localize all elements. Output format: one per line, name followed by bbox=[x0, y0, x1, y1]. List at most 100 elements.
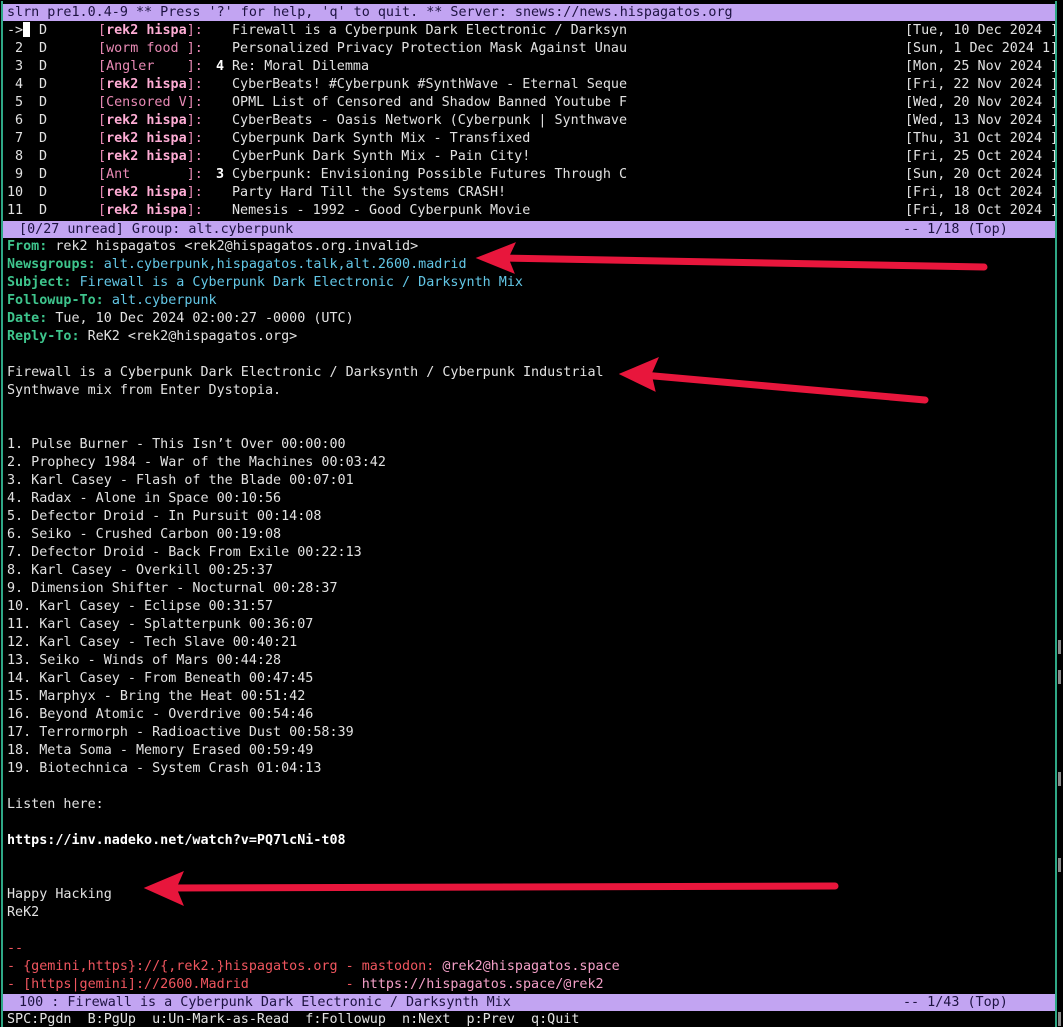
article-date: [Mon, 25 Nov 2024 ] bbox=[905, 59, 1055, 74]
article-author: [Ant ]: bbox=[98, 167, 203, 182]
listen-label: Listen here: bbox=[7, 797, 104, 812]
article-subject: CyberPunk Dark Synth Mix - Pain City! bbox=[232, 149, 531, 164]
track-item: 6. Seiko - Crushed Carbon 00:19:08 bbox=[7, 527, 282, 542]
article-author: [rek2 hispa]: bbox=[98, 131, 203, 146]
article-author: [Angler ]: bbox=[98, 59, 203, 74]
article-date: [Fri, 22 Nov 2024 ] bbox=[905, 77, 1055, 92]
article-author: [rek2 hispa]: bbox=[98, 185, 203, 200]
article-row[interactable]: 8 D [rek2 hispa]: CyberPunk Dark Synth Mix … bbox=[3, 148, 1055, 166]
body-text: Firewall is a Cyberpunk Dark Electronic … bbox=[7, 365, 604, 380]
header-name: Reply-To: bbox=[7, 329, 80, 344]
article-number: 11 bbox=[7, 203, 24, 218]
thread-count: 4 bbox=[216, 59, 225, 74]
article-subject: CyberBeats! #Cyberpunk #SynthWave - Eter… bbox=[232, 77, 628, 92]
closing-text: Happy Hacking bbox=[7, 887, 112, 902]
article-date: [Wed, 13 Nov 2024 ] bbox=[905, 113, 1055, 128]
header-value: ReK2 <rek2@hispagatos.org> bbox=[87, 329, 298, 344]
track-item: 12. Karl Casey - Tech Slave 00:40:21 bbox=[7, 635, 298, 650]
article-subject: Firewall is a Cyberpunk Dark Electronic … bbox=[232, 23, 628, 38]
group-status-right: -- 1/18 (Top) bbox=[903, 222, 1008, 237]
article-row[interactable]: 9 D [Ant ]: 3 Cyberpunk: Envisioning Possibl… bbox=[3, 166, 1055, 184]
article-row[interactable]: -> D [rek2 hispa]: Firewall is a Cyberpunk … bbox=[3, 22, 1055, 40]
header-value: alt.cyberpunk bbox=[111, 293, 217, 308]
article-row[interactable]: 4 D [rek2 hispa]: CyberBeats! #Cyberpunk #S… bbox=[3, 76, 1055, 94]
signature-link[interactable]: https://hispagatos.space/@rek2 bbox=[362, 977, 604, 992]
article-flag: D bbox=[39, 113, 48, 128]
article-number: 9 bbox=[15, 167, 24, 182]
article-subject: CyberBeats - Oasis Network (Cyberpunk | … bbox=[232, 113, 628, 128]
arrow-head-newsgroups bbox=[475, 242, 516, 274]
article-date: [Fri, 18 Oct 2024 ] bbox=[905, 203, 1055, 218]
article-row[interactable]: 3 D [Angler ]: 4 Re: Moral Dilemma [Mon, 25 N… bbox=[3, 58, 1055, 76]
article-row[interactable]: 2 D [worm food ]: Personalized Privacy Prot… bbox=[3, 40, 1055, 58]
header-value: Firewall is a Cyberpunk Dark Electronic … bbox=[79, 275, 523, 290]
article-subject: Nemesis - 1992 - Good Cyberpunk Movie bbox=[232, 203, 531, 218]
author-name-bold: rek2 hispa bbox=[106, 149, 187, 164]
scroll-mark bbox=[1058, 772, 1061, 786]
article-row[interactable]: 7 D [rek2 hispa]: Cyberpunk Dark Synth Mix … bbox=[3, 130, 1055, 148]
article-subject: Re: Moral Dilemma bbox=[232, 59, 370, 74]
article-subject: Personalized Privacy Protection Mask Aga… bbox=[232, 41, 628, 56]
article-flag: D bbox=[39, 41, 48, 56]
track-item: 15. Marphyx - Bring the Heat 00:51:42 bbox=[7, 689, 306, 704]
author-name-bold: rek2 hispa bbox=[106, 203, 187, 218]
arrow-closing bbox=[164, 882, 839, 892]
author-name: worm food bbox=[106, 41, 187, 56]
scroll-mark bbox=[1058, 858, 1061, 872]
track-item: 16. Beyond Atomic - Overdrive 00:54:46 bbox=[7, 707, 314, 722]
article-date: [Thu, 31 Oct 2024 ] bbox=[905, 131, 1055, 146]
author-name-bold: rek2 hispa bbox=[106, 131, 187, 146]
signature-line: - [https|gemini]://2600.Madrid - https:/… bbox=[7, 976, 604, 994]
article-flag: D bbox=[39, 167, 48, 182]
article-row[interactable]: 10 D [rek2 hispa]: Party Hard Till the Syst… bbox=[3, 184, 1055, 202]
article-row[interactable]: 6 D [rek2 hispa]: CyberBeats - Oasis Networ… bbox=[3, 112, 1055, 130]
scrollbar[interactable] bbox=[1058, 0, 1063, 1027]
terminal-window: slrn pre1.0.4-9 ** Press '?' for help, '… bbox=[1, 1, 1057, 1027]
article-flag: D bbox=[39, 185, 48, 200]
keybinding-help-line: SPC:Pgdn B:PgUp u:Un-Mark-as-Read f:Foll… bbox=[7, 1012, 580, 1027]
article-date: [Sun, 1 Dec 2024 1] bbox=[905, 41, 1055, 56]
text-cursor-icon bbox=[23, 22, 31, 37]
article-flag: D bbox=[39, 59, 48, 74]
article-status-bar: 100 : Firewall is a Cyberpunk Dark Elect… bbox=[3, 994, 1055, 1011]
track-item: 13. Seiko - Winds of Mars 00:44:28 bbox=[7, 653, 282, 668]
article-subject: Cyberpunk: Envisioning Possible Futures … bbox=[232, 167, 628, 182]
listen-url-link[interactable]: https://inv.nadeko.net/watch?v=PQ7lcNi-t… bbox=[7, 832, 346, 850]
arrow-head-body bbox=[618, 357, 659, 392]
header-line: Date: Tue, 10 Dec 2024 02:00:27 -0000 (U… bbox=[7, 310, 354, 328]
track-item: 17. Terrormorph - Radioactive Dust 00:58… bbox=[7, 725, 354, 740]
track-item: 2. Prophecy 1984 - War of the Machines 0… bbox=[7, 455, 386, 470]
signature-separator: -- bbox=[7, 941, 24, 956]
header-line: Subject: Firewall is a Cyberpunk Dark El… bbox=[7, 274, 523, 292]
article-status-left: 100 : Firewall is a Cyberpunk Dark Elect… bbox=[11, 995, 511, 1010]
cursor-marker: -> bbox=[7, 23, 24, 38]
article-date: [Fri, 18 Oct 2024 ] bbox=[905, 185, 1055, 200]
article-row[interactable]: 5 D [Censored V]: OPML List of Censored and… bbox=[3, 94, 1055, 112]
article-flag: D bbox=[39, 77, 48, 92]
thread-count: 3 bbox=[216, 167, 225, 182]
article-flag: D bbox=[39, 95, 48, 110]
track-item: 3. Karl Casey - Flash of the Blade 00:07… bbox=[7, 473, 354, 488]
article-author: [rek2 hispa]: bbox=[98, 203, 203, 218]
header-value: Tue, 10 Dec 2024 02:00:27 -0000 (UTC) bbox=[55, 311, 354, 326]
article-date: [Sun, 20 Oct 2024 ] bbox=[905, 167, 1055, 182]
header-name: Subject: bbox=[7, 275, 72, 290]
article-number: 7 bbox=[15, 131, 24, 146]
header-value: rek2 hispagatos <rek2@hispagatos.org.inv… bbox=[55, 239, 419, 254]
arrow-newsgroups bbox=[494, 254, 988, 271]
article-author: [Censored V]: bbox=[98, 95, 203, 110]
author-name: Ant bbox=[106, 167, 187, 182]
scroll-mark bbox=[1058, 670, 1061, 684]
article-number: 2 bbox=[15, 41, 24, 56]
header-name: Date: bbox=[7, 311, 48, 326]
scroll-mark bbox=[1058, 1012, 1061, 1026]
signature-link[interactable]: @rek2@hispagatos.space bbox=[442, 959, 619, 974]
article-flag: D bbox=[39, 149, 48, 164]
article-row[interactable]: 11 D [rek2 hispa]: Nemesis - 1992 - Good Cy… bbox=[3, 202, 1055, 220]
track-item: 14. Karl Casey - From Beneath 00:47:45 bbox=[7, 671, 314, 686]
header-name: Followup-To: bbox=[7, 293, 104, 308]
article-number: 3 bbox=[15, 59, 24, 74]
author-name: Censored V bbox=[106, 95, 187, 110]
header-line: From: rek2 hispagatos <rek2@hispagatos.o… bbox=[7, 238, 418, 256]
author-name-bold: rek2 hispa bbox=[106, 23, 187, 38]
